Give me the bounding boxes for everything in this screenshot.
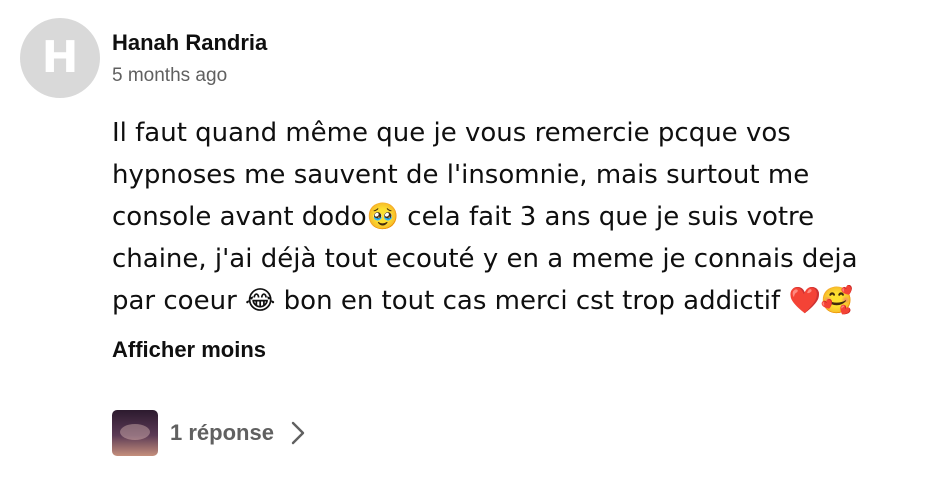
comment-text: Il faut quand même que je vous remercie … — [112, 118, 858, 316]
channel-thumbnail-icon — [112, 410, 158, 456]
show-less-button[interactable]: Afficher moins — [112, 336, 266, 364]
comment-content: Hanah Randria 5 months ago Il faut quand… — [112, 28, 924, 364]
thumbnail-glow — [120, 424, 150, 440]
chevron-right-icon — [291, 421, 305, 445]
reply-count: 1 réponse — [170, 420, 274, 445]
comment-author[interactable]: Hanah Randria — [112, 28, 924, 58]
comment-timestamp[interactable]: 5 months ago — [112, 64, 924, 88]
avatar[interactable]: H — [20, 18, 100, 98]
replies-button[interactable]: 1 réponse — [112, 410, 308, 456]
avatar-letter: H — [41, 32, 79, 83]
